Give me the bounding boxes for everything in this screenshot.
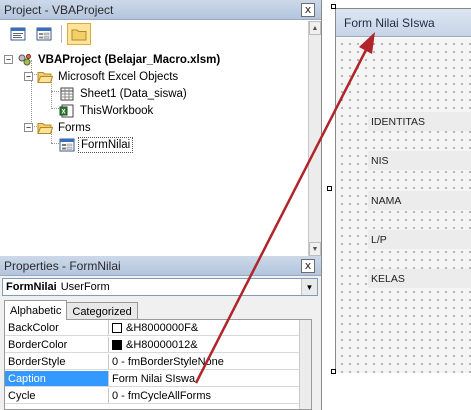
tree-item-excel-objects[interactable]: − Microsoft Excel Objects [24,68,180,85]
property-row-bordercolor[interactable]: BorderColor &H80000012& [5,337,299,353]
scroll-down-arrow-icon[interactable]: ▼ [309,242,321,256]
userform[interactable]: Form Nilai SIswa IDENTITAS NIS NAMA L/P … [335,8,471,373]
collapse-icon[interactable]: − [24,72,33,81]
project-explorer-titlebar[interactable]: Project - VBAProject x [0,0,321,20]
property-value[interactable]: 0 - fmCycleAllForms [109,388,299,403]
label-nama[interactable]: NAMA [368,191,471,210]
resize-handle[interactable] [327,186,332,191]
userform-body[interactable]: IDENTITAS NIS NAMA L/P KELAS [336,38,471,373]
property-value-text: &H8000000F& [126,321,199,334]
project-explorer-title: Project - VBAProject [4,2,114,17]
tree-label-formnilai: FormNilai [78,136,134,153]
label-kelas[interactable]: KELAS [368,269,471,288]
resize-handle[interactable] [331,4,336,9]
worksheet-icon [60,87,74,100]
properties-tabs: Alphabetic Categorized [4,300,138,320]
view-code-button[interactable] [6,23,30,45]
object-type: UserForm [60,281,110,293]
label-lp[interactable]: L/P [368,230,471,249]
properties-grid: BackColor &H8000000F& BorderColor &H8000… [4,319,312,410]
userform-caption: Form Nilai SIswa [344,15,435,30]
property-row-borderstyle[interactable]: BorderStyle 0 - fmBorderStyleNone [5,354,299,370]
tree-connector [51,108,59,109]
view-object-button[interactable] [32,23,56,45]
properties-pane: Properties - FormNilai x FormNilai UserF… [0,256,322,410]
folder-icon [71,29,87,41]
label-nis[interactable]: NIS [368,151,471,170]
property-name: Cycle [5,388,109,403]
property-row-cycle[interactable]: Cycle 0 - fmCycleAllForms [5,388,299,404]
tree-label-excel-objects: Microsoft Excel Objects [58,70,179,83]
vbaproject-icon [18,53,31,65]
folder-open-icon [37,71,53,83]
tree-connector [51,91,59,92]
object-selector-dropdown[interactable]: FormNilai UserForm ▼ [2,278,318,296]
tree-item-sheet1[interactable]: Sheet1 (Data_siswa) [59,85,189,102]
tree-item-vbaproject[interactable]: − VBAProject (Belajar_Macro.xlsm) [4,51,222,68]
tree-item-thisworkbook[interactable]: X ThisWorkbook [59,102,155,119]
tab-categorized[interactable]: Categorized [66,302,138,320]
property-value[interactable]: &H80000012& [109,337,299,352]
tree-item-formnilai[interactable]: FormNilai [59,136,134,153]
properties-title: Properties - FormNilai [4,258,121,273]
tree-item-forms[interactable]: − Forms [24,119,93,136]
property-value[interactable]: &H8000000F& [109,320,299,335]
userform-icon [59,138,75,151]
form-designer: Form Nilai SIswa IDENTITAS NIS NAMA L/P … [323,0,471,410]
property-row-caption[interactable]: Caption Form Nilai SIswa [5,371,299,387]
close-icon[interactable]: x [301,258,315,273]
resize-handle[interactable] [331,369,336,374]
chevron-down-icon[interactable]: ▼ [301,279,317,295]
property-row-backcolor[interactable]: BackColor &H8000000F& [5,320,299,336]
userform-titlebar[interactable]: Form Nilai SIswa [336,9,471,37]
property-value-text: &H80000012& [126,338,198,351]
color-swatch [112,322,122,333]
folder-open-icon [37,122,53,134]
tree-label-sheet1: Sheet1 (Data_siswa) [80,87,187,100]
project-toolbar [0,21,308,47]
properties-vertical-scrollbar[interactable] [299,320,311,409]
toolbar-separator [61,25,62,43]
label-identitas[interactable]: IDENTITAS [368,112,471,131]
close-icon[interactable]: x [301,2,315,17]
collapse-icon[interactable]: − [24,123,33,132]
project-explorer-pane: Project - VBAProject x − VBAProject (Bel… [0,0,322,256]
tree-connector [51,143,59,144]
view-code-icon [10,27,26,41]
project-vertical-scrollbar[interactable]: ▲ ▼ [308,21,321,256]
workbook-icon: X [59,104,74,117]
property-name: BackColor [5,320,109,335]
color-swatch [112,339,122,350]
project-tree: − VBAProject (Belajar_Macro.xlsm) − Micr… [0,48,308,256]
object-name: FormNilai [6,281,57,293]
scroll-up-arrow-icon[interactable]: ▲ [309,21,321,35]
property-name: BorderStyle [5,354,109,369]
property-value[interactable]: 0 - fmBorderStyleNone [109,354,299,369]
view-object-icon [36,27,52,41]
caption-value-input[interactable]: Form Nilai SIswa [109,371,299,386]
tree-label-vbaproject: VBAProject (Belajar_Macro.xlsm) [38,53,221,66]
tree-label-forms: Forms [58,121,91,134]
tree-label-thisworkbook: ThisWorkbook [80,104,154,117]
svg-text:X: X [62,109,66,115]
property-name: BorderColor [5,337,109,352]
toggle-folders-button[interactable] [67,23,91,45]
tab-alphabetic[interactable]: Alphabetic [4,300,68,320]
collapse-icon[interactable]: − [4,55,13,64]
property-name: Caption [5,371,109,386]
properties-titlebar[interactable]: Properties - FormNilai x [0,256,321,276]
